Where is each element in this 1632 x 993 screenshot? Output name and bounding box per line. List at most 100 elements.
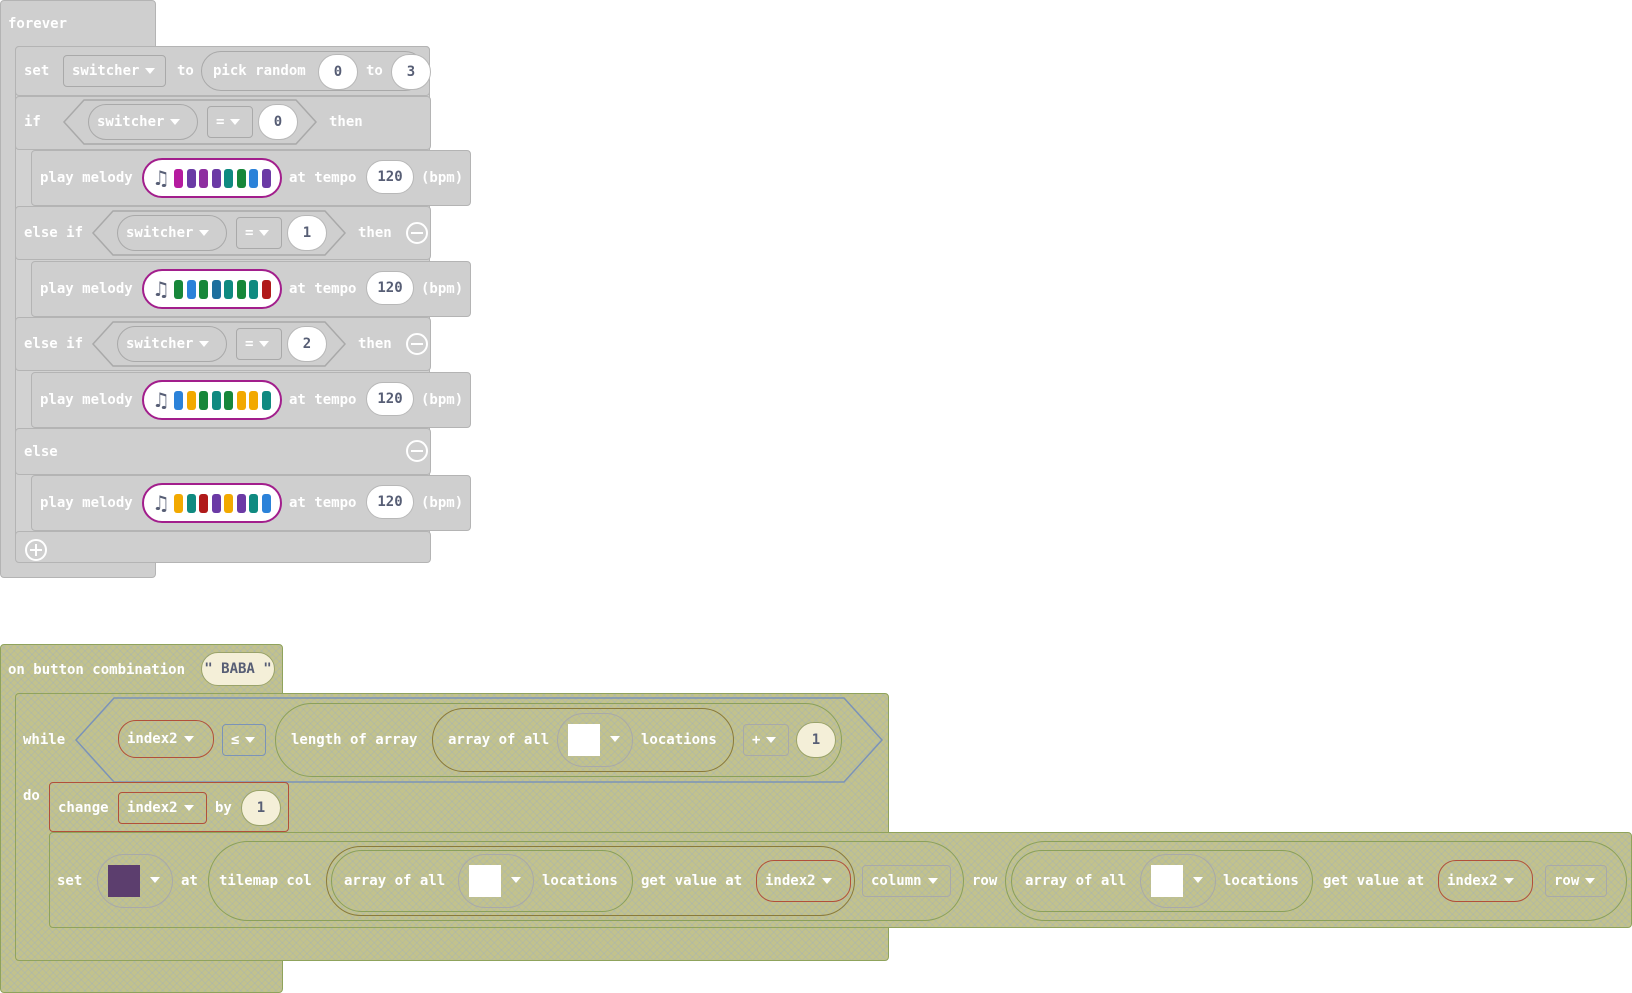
combo-string-input[interactable]: " BABA " <box>201 652 275 686</box>
add-branch-icon[interactable] <box>25 539 47 561</box>
play-melody-label: play melody <box>40 495 133 511</box>
play-melody-label: play melody <box>40 281 133 297</box>
melody-note-bar <box>261 280 271 299</box>
operator-label: + <box>752 732 761 748</box>
compare-value-input[interactable]: 1 <box>287 215 327 251</box>
melody-editor[interactable]: ♫ <box>142 269 282 309</box>
melody-note-bar <box>186 391 196 410</box>
melody-note-bar <box>249 280 258 299</box>
remove-branch-icon[interactable] <box>406 333 428 355</box>
operator-dropdown[interactable]: = <box>236 217 282 249</box>
remove-branch-icon[interactable] <box>406 440 428 462</box>
chevron-down-icon <box>170 119 181 125</box>
melody-note-bar <box>186 169 196 188</box>
melody-note-bar <box>224 169 233 188</box>
variable-dropdown-switcher[interactable]: switcher <box>88 104 198 140</box>
forever-label: forever <box>8 16 68 32</box>
bpm-label: (bpm) <box>421 495 464 511</box>
variable-dropdown-index2[interactable]: index2 <box>756 860 851 902</box>
add-value-input[interactable]: 1 <box>796 722 836 758</box>
melody-note-bar <box>199 169 208 188</box>
do-label: do <box>23 788 40 804</box>
then-label: then <box>358 225 392 241</box>
to-label-2: to <box>366 63 383 79</box>
melody-note-bar <box>211 169 221 188</box>
melody-editor[interactable]: ♫ <box>142 483 282 523</box>
chevron-down-icon <box>199 230 210 236</box>
variable-dropdown-index2[interactable]: index2 <box>118 720 214 758</box>
at-tempo-label: at tempo <box>289 495 357 511</box>
melody-note-bar <box>199 280 208 299</box>
plus-operator-dropdown[interactable]: + <box>743 724 789 756</box>
chevron-down-icon <box>259 230 270 236</box>
to-label: to <box>177 63 194 79</box>
change-amount-input[interactable]: 1 <box>241 790 281 826</box>
melody-note-bar <box>211 280 221 299</box>
operator-dropdown[interactable]: = <box>207 106 253 138</box>
tile-swatch <box>568 724 600 756</box>
variable-dropdown-switcher[interactable]: switcher <box>63 55 166 87</box>
then-label: then <box>358 336 392 352</box>
at-tempo-label: at tempo <box>289 170 357 186</box>
random-max-input[interactable]: 3 <box>391 54 431 90</box>
chevron-down-icon <box>511 877 521 883</box>
else-label: else <box>24 444 58 460</box>
variable-name: switcher <box>126 336 194 352</box>
tempo-input[interactable]: 120 <box>366 382 414 416</box>
tempo-input[interactable]: 120 <box>366 485 414 519</box>
array-of-all-label: array of all <box>344 873 446 889</box>
variable-dropdown-index2[interactable]: index2 <box>118 792 207 824</box>
bpm-label: (bpm) <box>421 170 464 186</box>
at-tempo-label: at tempo <box>289 281 357 297</box>
variable-name: switcher <box>72 63 140 79</box>
operator-label: = <box>245 225 254 241</box>
variable-dropdown-switcher[interactable]: switcher <box>117 215 227 251</box>
length-of-array-label: length of array <box>291 732 418 748</box>
dropdown-label: column <box>871 873 922 889</box>
random-min-input[interactable]: 0 <box>318 54 358 90</box>
operator-label: = <box>216 114 225 130</box>
variable-dropdown-switcher[interactable]: switcher <box>117 326 227 362</box>
chevron-down-icon <box>610 736 620 742</box>
melody-note-bar <box>261 494 271 513</box>
chevron-down-icon <box>259 341 270 347</box>
tempo-input[interactable]: 120 <box>366 160 414 194</box>
remove-branch-icon[interactable] <box>406 222 428 244</box>
melody-note-bar <box>249 391 258 410</box>
array-of-all-label: array of all <box>448 732 550 748</box>
play-melody-label: play melody <box>40 392 133 408</box>
melody-note-bar <box>211 391 221 410</box>
row-dropdown[interactable]: row <box>1545 865 1607 897</box>
compare-value-input[interactable]: 2 <box>287 326 327 362</box>
play-melody-label: play melody <box>40 170 133 186</box>
operator-dropdown[interactable]: = <box>236 328 282 360</box>
locations-label: locations <box>1223 873 1299 889</box>
dropdown-label: row <box>1554 873 1580 889</box>
melody-note-bar <box>224 280 233 299</box>
pick-random-label: pick random <box>213 63 306 79</box>
chevron-down-icon <box>183 736 194 742</box>
tempo-input[interactable]: 120 <box>366 271 414 305</box>
chevron-down-icon <box>230 119 241 125</box>
melody-note-bar <box>186 494 196 513</box>
operator-dropdown[interactable]: ≤ <box>222 724 266 756</box>
row-label: row <box>972 873 998 889</box>
tilemap-col-label: tilemap col <box>219 873 312 889</box>
melody-note-bar <box>174 169 183 188</box>
melody-note-bar <box>211 494 221 513</box>
else-if-label: else if <box>24 225 84 241</box>
column-dropdown[interactable]: column <box>862 865 951 897</box>
melody-editor[interactable]: ♫ <box>142 380 282 420</box>
variable-dropdown-index2[interactable]: index2 <box>1438 860 1533 902</box>
music-note-icon: ♫ <box>152 277 170 301</box>
melody-editor[interactable]: ♫ <box>142 158 282 198</box>
variable-name: index2 <box>1447 873 1498 889</box>
if-label: if <box>24 114 41 130</box>
chevron-down-icon <box>183 805 194 811</box>
compare-value-input[interactable]: 0 <box>258 104 298 140</box>
bpm-label: (bpm) <box>421 392 464 408</box>
melody-note-bar <box>261 169 271 188</box>
variable-name: switcher <box>97 114 165 130</box>
else-block[interactable] <box>15 428 431 475</box>
music-note-icon: ♫ <box>152 166 170 190</box>
